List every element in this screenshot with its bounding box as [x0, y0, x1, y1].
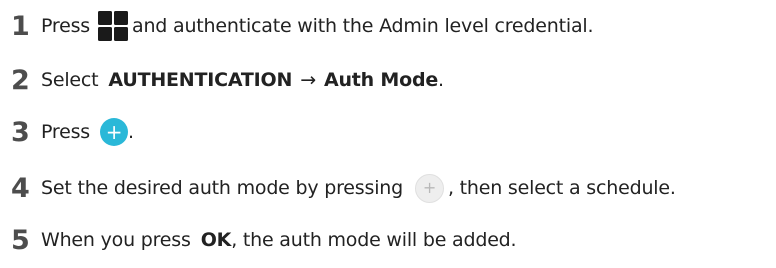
ok-label: OK [200, 229, 232, 251]
plus-circle-grey-icon: + [414, 173, 444, 203]
step-text: Press + . [41, 118, 134, 146]
menu-path-authentication: AUTHENTICATION [108, 69, 293, 91]
step-text-before: Select [41, 69, 99, 91]
arrow-icon: → [300, 69, 316, 91]
step-text: Select AUTHENTICATION → Auth Mode . [41, 69, 444, 91]
step-2: 2 Select AUTHENTICATION → Auth Mode . [0, 60, 444, 100]
step-4: 4 Set the desired auth mode by pressing … [0, 168, 676, 208]
step-number: 3 [11, 116, 30, 148]
step-text-after: . [438, 69, 444, 91]
step-text-after: , then select a schedule. [447, 177, 676, 199]
step-1: 1 Press and authenticate with the Admin … [0, 6, 594, 46]
step-number: 5 [11, 224, 30, 256]
step-5: 5 When you press OK , the auth mode will… [0, 220, 517, 260]
step-number: 4 [11, 172, 30, 204]
step-text: Set the desired auth mode by pressing + … [41, 173, 676, 203]
grid-menu-icon [98, 11, 129, 41]
step-3: 3 Press + . [0, 112, 134, 152]
step-text-after: , the auth mode will be added. [231, 229, 517, 251]
step-number: 1 [11, 10, 30, 42]
step-text-after: . [128, 121, 134, 143]
menu-path-auth-mode: Auth Mode [323, 69, 439, 91]
instruction-steps: 1 Press and authenticate with the Admin … [0, 0, 776, 268]
step-text-after: and authenticate with the Admin level cr… [132, 15, 594, 37]
step-text: When you press OK , the auth mode will b… [41, 229, 517, 251]
plus-circle-icon: + [100, 118, 129, 146]
step-text-before: Press [41, 15, 91, 37]
step-text-before: Set the desired auth mode by pressing [41, 177, 403, 199]
step-text: Press and authenticate with the Admin le… [41, 11, 594, 41]
step-text-before: When you press [41, 229, 191, 251]
step-text-before: Press [41, 121, 91, 143]
step-number: 2 [11, 64, 30, 96]
